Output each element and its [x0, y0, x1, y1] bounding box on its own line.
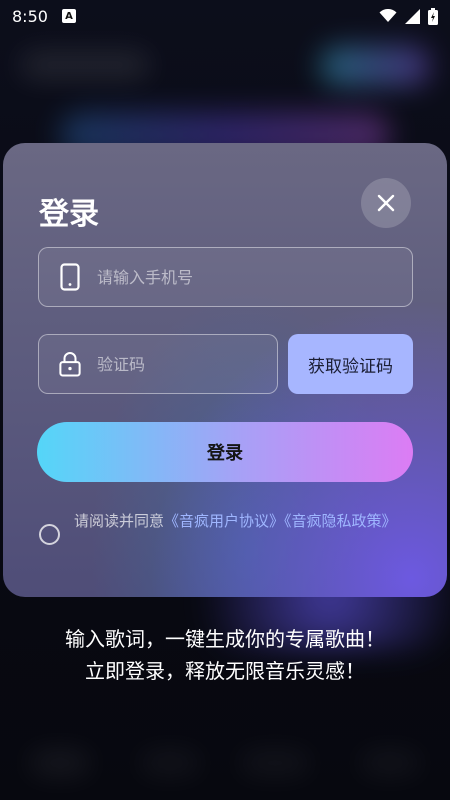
user-agreement-link[interactable]: 《音疯用户协议》	[164, 512, 284, 530]
modal-title: 登录	[39, 197, 99, 232]
slogan-line-2: 立即登录，释放无限音乐灵感！	[85, 659, 365, 683]
slogan-line-1: 输入歌词，一键生成你的专属歌曲！	[65, 627, 385, 651]
close-icon	[377, 194, 395, 212]
status-icons	[379, 7, 438, 25]
bg-blur	[20, 52, 150, 78]
status-bar: 8:50 A	[0, 0, 450, 32]
agreement-radio[interactable]	[39, 524, 60, 545]
battery-icon	[428, 7, 438, 25]
phone-field	[38, 247, 413, 307]
privacy-policy-link[interactable]: 《音疯隐私政策》	[284, 512, 397, 530]
login-modal: 登录 获取验	[3, 143, 447, 597]
bg-blur	[30, 752, 90, 774]
signal-icon	[405, 8, 420, 24]
code-field	[38, 334, 278, 394]
agreement-text: 请阅读并同意《音疯用户协议》《音疯隐私政策》	[74, 510, 397, 545]
code-input[interactable]	[97, 354, 277, 374]
bg-blur	[240, 752, 310, 774]
app-notification-icon: A	[61, 9, 76, 23]
bg-blur	[140, 752, 200, 774]
lock-icon	[59, 350, 81, 378]
status-time: 8:50	[12, 6, 48, 26]
get-code-button[interactable]: 获取验证码	[288, 334, 413, 394]
bg-blur	[360, 752, 420, 774]
phone-input[interactable]	[97, 267, 412, 287]
login-button[interactable]: 登录	[37, 422, 413, 482]
wifi-icon	[379, 9, 397, 22]
agreement-prefix: 请阅读并同意	[74, 512, 165, 530]
close-button[interactable]	[361, 178, 411, 228]
bg-blur	[320, 46, 430, 86]
agreement-row: 请阅读并同意《音疯用户协议》《音疯隐私政策》	[39, 510, 419, 545]
phone-icon	[59, 263, 81, 291]
app-screen: 8:50 A 登录 请输入手机号 验证码 获取验证码 登录 请阅读并同意《音疯用…	[0, 0, 450, 800]
slogan: 输入歌词，一键生成你的专属歌曲！ 立即登录，释放无限音乐灵感！	[0, 623, 450, 687]
